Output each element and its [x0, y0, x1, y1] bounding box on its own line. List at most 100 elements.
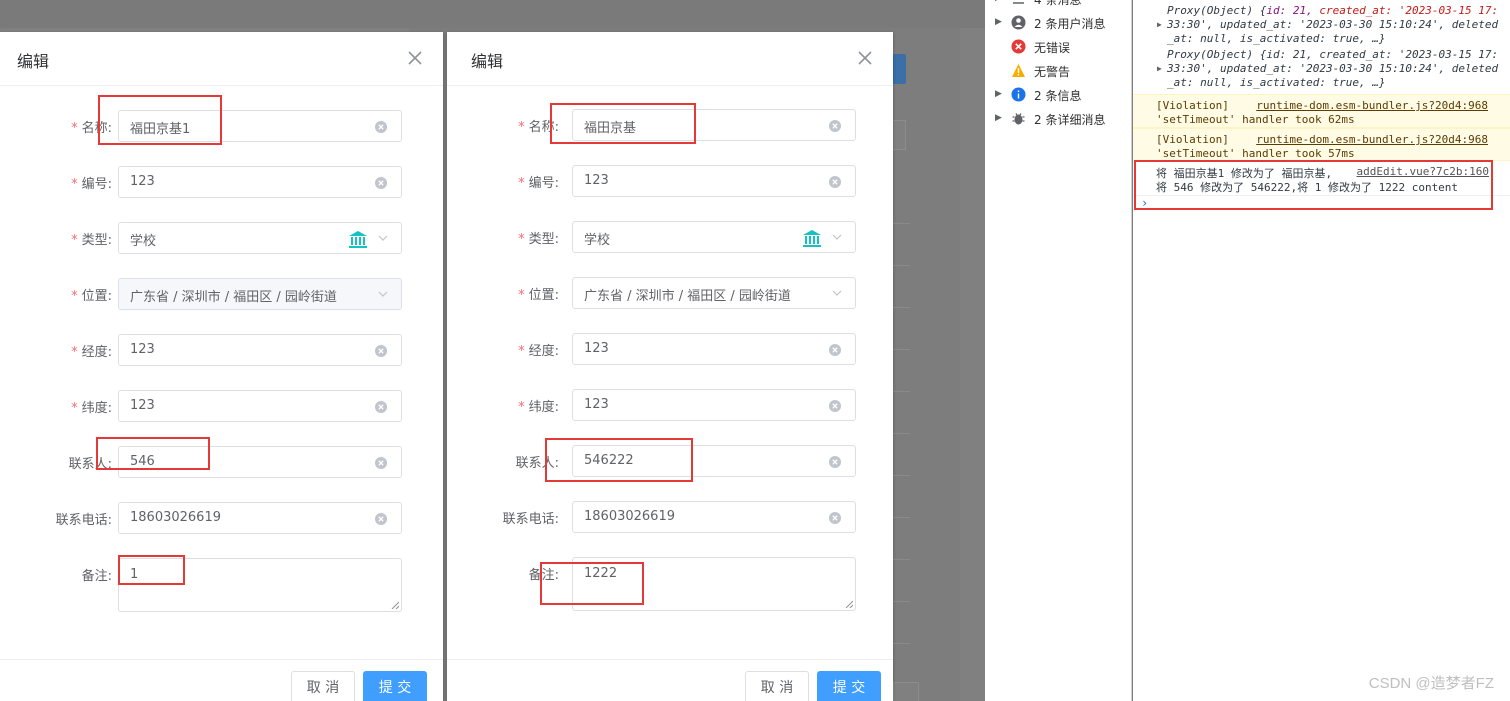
dialog-header: 编辑: [447, 32, 893, 86]
clear-icon[interactable]: [375, 457, 387, 469]
form-row-location: * 位置: 广东省 / 深圳市 / 福田区 / 园岭街道: [447, 277, 893, 309]
console-prompt[interactable]: ›: [1141, 196, 1148, 210]
source-link[interactable]: runtime-dom.esm-bundler.js?20d4:968: [1256, 133, 1488, 146]
form-row-longitude: * 经度: 123: [447, 333, 893, 365]
form-row-type: * 类型: 学校: [0, 222, 443, 254]
console-object-line: 33:30', updated_at: '2023-03-30 15:10:24…: [1167, 62, 1499, 75]
clear-icon[interactable]: [375, 121, 387, 133]
chevron-down-icon: [378, 235, 388, 241]
clear-icon[interactable]: [829, 512, 841, 524]
expand-arrow-icon: ▶: [995, 113, 1002, 123]
clear-icon[interactable]: [829, 176, 841, 188]
form-row-contact: 联系人: 546222: [447, 445, 893, 477]
violation-message: [Violation] runtime-dom.esm-bundler.js?2…: [1133, 128, 1510, 161]
location-cascader[interactable]: 广东省 / 深圳市 / 福田区 / 园岭街道: [118, 278, 402, 310]
form-row-phone: 联系电话: 18603026619: [0, 502, 443, 534]
dialog-header: 编辑: [0, 32, 443, 86]
longitude-input[interactable]: 123: [572, 333, 856, 365]
sidebar-item-user-messages[interactable]: ▶ 2 条用户消息: [985, 12, 1132, 34]
clear-icon[interactable]: [829, 120, 841, 132]
contact-input[interactable]: 546222: [572, 445, 856, 477]
close-icon[interactable]: [403, 46, 427, 70]
warning-icon: [1012, 64, 1025, 77]
sidebar-item-errors[interactable]: 无错误: [985, 36, 1132, 58]
error-icon: [1011, 39, 1026, 54]
latitude-input[interactable]: 123: [572, 389, 856, 421]
watermark: CSDN @造梦者FZ: [1368, 675, 1494, 692]
field-label: * 类型:: [71, 233, 112, 248]
edit-dialog-after: 编辑 * 名称: 福田京基 * 编号: 123 * 类型: 学校 * 位置: 广东省 /…: [447, 32, 893, 701]
devtools-console: Proxy(Object) {id: 21, created_at: '2023…: [1133, 0, 1510, 701]
code-input[interactable]: 123: [572, 165, 856, 197]
cancel-button[interactable]: 取 消: [291, 671, 355, 701]
clear-icon[interactable]: [375, 513, 387, 525]
clear-icon[interactable]: [829, 400, 841, 412]
latitude-input[interactable]: 123: [118, 390, 402, 422]
dialog-title: 编辑: [17, 52, 50, 71]
phone-input[interactable]: 18603026619: [118, 502, 402, 534]
phone-input[interactable]: 18603026619: [572, 501, 856, 533]
type-select[interactable]: 学校: [118, 222, 402, 254]
remark-textarea[interactable]: 1: [118, 558, 402, 612]
school-building-icon: [349, 231, 367, 248]
field-label: 联系电话:: [502, 512, 559, 527]
field-label: * 名称:: [71, 121, 112, 136]
field-label: * 经度:: [71, 345, 112, 360]
resize-handle-icon[interactable]: [845, 600, 853, 608]
field-label: * 类型:: [518, 232, 559, 247]
sidebar-item-messages[interactable]: ▶ 4 条消息: [985, 0, 1132, 10]
location-cascader[interactable]: 广东省 / 深圳市 / 福田区 / 园岭街道: [572, 277, 856, 309]
resize-handle-icon[interactable]: [391, 601, 399, 609]
expand-arrow-icon[interactable]: ▶: [1157, 64, 1162, 73]
field-label: * 纬度:: [518, 400, 559, 415]
sidebar-item-info[interactable]: ▶ 2 条信息: [985, 84, 1132, 106]
console-object-line: 33:30', updated_at: '2023-03-30 15:10:24…: [1167, 18, 1499, 31]
submit-button[interactable]: 提 交: [363, 671, 427, 701]
field-label: * 位置:: [71, 289, 112, 304]
info-icon: [1011, 87, 1026, 102]
field-label: * 编号:: [518, 176, 559, 191]
field-label: * 名称:: [518, 120, 559, 135]
violation-message: [Violation] runtime-dom.esm-bundler.js?2…: [1133, 94, 1510, 128]
field-label: 联系人:: [515, 456, 559, 471]
field-label: 备注:: [528, 568, 559, 583]
form-row-longitude: * 经度: 123: [0, 334, 443, 366]
remark-textarea[interactable]: 1222: [572, 557, 856, 611]
clear-icon[interactable]: [375, 177, 387, 189]
form-row-location: * 位置: 广东省 / 深圳市 / 福田区 / 园岭街道: [0, 278, 443, 310]
school-building-icon: [803, 230, 821, 247]
type-select[interactable]: 学校: [572, 221, 856, 253]
source-link[interactable]: runtime-dom.esm-bundler.js?20d4:968: [1256, 99, 1488, 112]
expand-arrow-icon[interactable]: ▶: [1157, 20, 1162, 29]
form-row-phone: 联系电话: 18603026619: [447, 501, 893, 533]
code-input[interactable]: 123: [118, 166, 402, 198]
background-pager: [893, 682, 919, 701]
field-label: 联系人:: [68, 457, 112, 472]
chevron-down-icon: [832, 290, 842, 296]
form-row-contact: 联系人: 546: [0, 446, 443, 478]
form-row-remark: 备注: 1222: [447, 557, 893, 611]
clear-icon[interactable]: [829, 456, 841, 468]
sidebar-item-verbose[interactable]: ▶ 2 条详细消息: [985, 108, 1132, 130]
field-label: 备注:: [81, 569, 112, 584]
chevron-down-icon: [378, 291, 388, 297]
console-object-line: Proxy(Object) {id: 21, created_at: '2023…: [1167, 48, 1499, 61]
console-object-line: Proxy(Object) {id: 21, created_at: '2023…: [1167, 4, 1499, 17]
close-icon[interactable]: [853, 46, 877, 70]
clear-icon[interactable]: [375, 401, 387, 413]
clear-icon[interactable]: [375, 345, 387, 357]
name-input[interactable]: 福田京基: [572, 109, 856, 141]
source-link[interactable]: addEdit.vue?7c2b:160: [1357, 165, 1489, 178]
field-label: * 编号:: [71, 177, 112, 192]
cancel-button[interactable]: 取 消: [745, 671, 809, 701]
form-row-name: * 名称: 福田京基: [447, 109, 893, 141]
clear-icon[interactable]: [829, 344, 841, 356]
sidebar-item-warnings[interactable]: 无警告: [985, 60, 1132, 82]
longitude-input[interactable]: 123: [118, 334, 402, 366]
name-input[interactable]: 福田京基1: [118, 110, 402, 142]
edit-dialog-before: 编辑 * 名称: 福田京基1 * 编号: 123 * 类型: 学校 * 位置: 广东省 …: [0, 32, 443, 701]
console-object-line: _at: null, is_activated: true, …}: [1167, 76, 1386, 89]
contact-input[interactable]: 546: [118, 446, 402, 478]
console-log-message: 将 福田京基1 修改为了 福田京基, addEdit.vue?7c2b:160 …: [1133, 160, 1510, 196]
submit-button[interactable]: 提 交: [817, 671, 881, 701]
